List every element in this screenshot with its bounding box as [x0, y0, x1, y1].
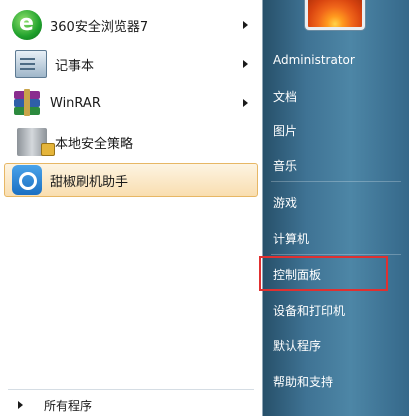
program-item-notepad[interactable]: 记事本 [0, 45, 262, 83]
start-menu-programs-pane: 360安全浏览器7 记事本 WinRAR 本地安全策略 甜椒刷机助手 所有程序 [0, 0, 263, 416]
notepad-icon [15, 50, 47, 78]
documents-link[interactable]: 文档 [263, 83, 409, 109]
submenu-arrow-icon[interactable] [243, 99, 248, 107]
submenu-arrow-icon[interactable] [243, 21, 248, 29]
program-label: WinRAR [50, 95, 101, 111]
pinned-programs-list: 360安全浏览器7 记事本 WinRAR 本地安全策略 甜椒刷机助手 [0, 6, 262, 199]
music-label: 音乐 [273, 158, 298, 173]
browser-icon [12, 10, 42, 40]
highlight-box [259, 256, 388, 291]
divider [271, 254, 401, 255]
program-item-winrar[interactable]: WinRAR [0, 84, 262, 122]
pictures-label: 图片 [273, 123, 298, 138]
program-item-360-browser[interactable]: 360安全浏览器7 [0, 6, 262, 44]
help-support-label: 帮助和支持 [273, 374, 334, 389]
start-menu-places-pane: Administrator 文档 图片 音乐 游戏 计算机 控制面板 设备和打印… [263, 0, 409, 416]
program-item-tianjiao-helper[interactable]: 甜椒刷机助手 [4, 163, 258, 197]
submenu-arrow-icon[interactable] [243, 60, 248, 68]
music-link[interactable]: 音乐 [263, 152, 409, 178]
all-programs-button[interactable]: 所有程序 [0, 394, 262, 416]
computer-label: 计算机 [273, 231, 310, 246]
pictures-link[interactable]: 图片 [263, 117, 409, 143]
user-avatar[interactable] [305, 0, 365, 30]
divider [271, 181, 401, 182]
games-link[interactable]: 游戏 [263, 189, 409, 215]
program-label: 记事本 [55, 58, 95, 74]
all-programs-label: 所有程序 [44, 398, 93, 413]
user-folder-link[interactable]: Administrator [263, 47, 409, 73]
arrow-right-icon [18, 401, 23, 409]
default-programs-link[interactable]: 默认程序 [263, 332, 409, 358]
program-item-local-security-policy[interactable]: 本地安全策略 [0, 123, 262, 161]
program-label: 甜椒刷机助手 [50, 174, 129, 190]
default-programs-label: 默认程序 [273, 338, 322, 353]
program-label: 360安全浏览器7 [50, 19, 149, 35]
program-label: 本地安全策略 [55, 136, 134, 152]
helper-icon [12, 165, 42, 195]
computer-link[interactable]: 计算机 [263, 225, 409, 251]
devices-printers-label: 设备和打印机 [273, 303, 346, 318]
games-label: 游戏 [273, 195, 298, 210]
winrar-icon [12, 88, 42, 118]
divider [8, 389, 254, 390]
documents-label: 文档 [273, 89, 298, 104]
help-support-link[interactable]: 帮助和支持 [263, 368, 409, 394]
security-policy-icon [17, 128, 55, 156]
user-name: Administrator [273, 53, 355, 67]
devices-printers-link[interactable]: 设备和打印机 [263, 297, 409, 323]
